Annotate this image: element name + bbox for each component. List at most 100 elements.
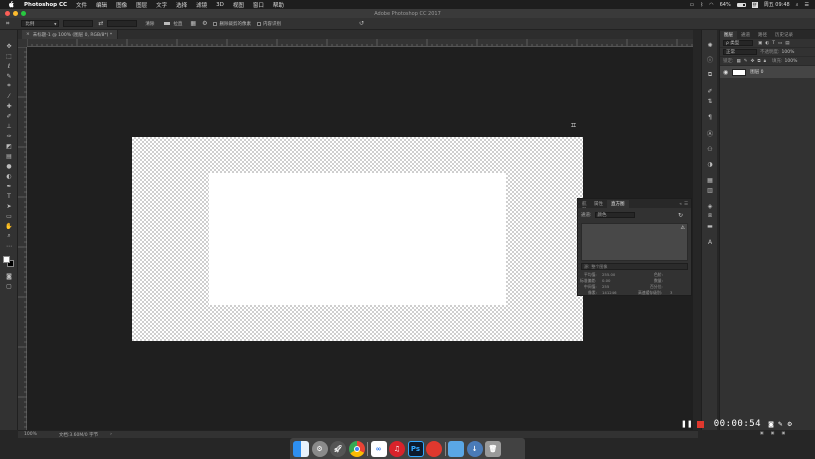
healing-brush-tool-icon[interactable]: ✚ <box>4 102 14 110</box>
launchpad-icon[interactable]: 🚀︎ <box>330 440 346 457</box>
trash-icon[interactable]: 🗑︎ <box>485 440 501 457</box>
menubar-clock[interactable]: 周五 09:48 <box>764 1 790 8</box>
download-icon[interactable]: ↓ <box>466 440 483 457</box>
cast-icon[interactable]: ▭ <box>689 2 694 8</box>
tab-paths[interactable]: 路径 <box>754 31 771 39</box>
fill-value[interactable]: 100% <box>785 59 798 64</box>
pen-tool-icon[interactable]: ✒ <box>4 182 14 190</box>
menu-view[interactable]: 视图 <box>233 1 244 9</box>
spotlight-icon[interactable]: ⌕ <box>796 2 799 8</box>
layer-thumbnail[interactable] <box>732 68 747 76</box>
eyedropper-tool-icon[interactable]: ⁄ <box>4 92 14 100</box>
channel-select[interactable]: 颜色 <box>594 212 635 218</box>
timeline-panel-icon[interactable]: ▬ <box>705 222 715 230</box>
lasso-tool-icon[interactable]: ℓ <box>4 62 14 70</box>
clone-source-panel-icon[interactable]: ⚇ <box>705 145 715 153</box>
tab-history[interactable]: 历史记录 <box>771 31 797 39</box>
notification-center-icon[interactable]: ☰ <box>805 2 809 8</box>
recorder-settings-icon[interactable]: ⚙ <box>787 421 792 428</box>
menu-select[interactable]: 选择 <box>176 1 187 9</box>
menu-image[interactable]: 图像 <box>116 1 127 9</box>
crop-tool-preset-icon[interactable]: ⌗ <box>6 20 9 28</box>
webcam-icon[interactable]: ▣ <box>760 430 764 435</box>
lock-pixels-icon[interactable]: ▦ <box>737 59 741 64</box>
lock-artboard-icon[interactable]: ⧉ <box>757 58 760 64</box>
content-aware-checkbox[interactable] <box>256 21 261 26</box>
visibility-eye-icon[interactable]: ◉ <box>723 69 728 76</box>
crop-width-field[interactable] <box>63 20 94 27</box>
netease-music-icon[interactable]: ♫ <box>389 440 405 457</box>
properties-panel-icon[interactable]: ⧉ <box>705 71 715 79</box>
zoom-tool-icon[interactable]: ⌕ <box>4 232 14 240</box>
info-panel-icon[interactable]: ⓘ <box>705 55 715 64</box>
swap-dimensions-icon[interactable]: ⇄ <box>98 20 103 27</box>
pause-icon[interactable]: ❚❚ <box>681 420 693 428</box>
menu-type[interactable]: 文字 <box>156 1 167 9</box>
menu-window[interactable]: 窗口 <box>253 1 264 9</box>
tab-histogram[interactable]: 直方图 <box>607 200 629 208</box>
cursor-icon[interactable]: ▣ <box>782 430 786 435</box>
brush-tool-icon[interactable]: ✐ <box>4 112 14 120</box>
battery-icon[interactable] <box>736 2 746 7</box>
opacity-value[interactable]: 100% <box>782 50 795 55</box>
overlay-grid-icon[interactable]: ▦ <box>190 20 196 27</box>
panel-menu-icon[interactable]: ☰ <box>684 202 688 207</box>
zoom-level[interactable]: 100% <box>24 432 37 437</box>
swatches-panel-icon[interactable]: ▦ <box>705 176 715 184</box>
filter-pixel-icon[interactable]: ▣ <box>758 41 762 46</box>
vertical-ruler[interactable] <box>18 47 27 430</box>
menu-filter[interactable]: 滤镜 <box>196 1 207 9</box>
lock-paint-icon[interactable]: ✎ <box>744 59 748 64</box>
source-select[interactable]: 源: 整个图像 <box>581 263 688 270</box>
bluetooth-icon[interactable]: ᛒ <box>700 2 703 8</box>
quick-select-tool-icon[interactable]: ✎ <box>4 72 14 80</box>
history-brush-tool-icon[interactable]: ✑ <box>4 132 14 140</box>
menu-app-name[interactable]: Photoshop CC <box>24 2 67 8</box>
crop-height-field[interactable] <box>107 20 138 27</box>
baidu-netdisk-icon[interactable]: ∞ <box>370 440 387 457</box>
close-tab-icon[interactable]: × <box>26 32 30 37</box>
tab-navigator[interactable]: 导航器 <box>578 200 590 208</box>
straighten-icon[interactable] <box>164 22 171 25</box>
paths-panel-icon[interactable]: ◈ <box>705 202 715 210</box>
system-preferences-icon[interactable]: ⚙ <box>311 440 328 457</box>
straighten-label[interactable]: 拉直 <box>173 21 182 27</box>
ruler-origin[interactable] <box>18 39 27 47</box>
apple-icon[interactable] <box>7 1 15 8</box>
recorder-icon[interactable] <box>426 440 442 457</box>
menu-help[interactable]: 帮助 <box>273 1 284 9</box>
finder-icon[interactable] <box>293 440 309 457</box>
rectangle-tool-icon[interactable]: ▭ <box>4 212 14 220</box>
camera-icon[interactable]: ◙ <box>768 421 774 428</box>
draw-pen-icon[interactable]: ✎ <box>778 421 783 428</box>
type-tool-icon[interactable]: T <box>4 192 14 200</box>
character-panel-icon[interactable]: ¶ <box>705 113 715 121</box>
clone-stamp-tool-icon[interactable]: ⊥ <box>4 122 14 130</box>
glyphs-panel-icon[interactable]: A <box>705 238 715 246</box>
marquee-tool-icon[interactable]: ⬚ <box>4 52 14 60</box>
quick-mask-icon[interactable]: ◙ <box>4 272 14 280</box>
gradient-tool-icon[interactable]: ▤ <box>4 152 14 160</box>
mic-icon[interactable]: ▣ <box>771 430 775 435</box>
filter-shape-icon[interactable]: ▭ <box>778 41 782 46</box>
input-source-icon[interactable]: 拼 <box>751 1 758 8</box>
crop-ratio-select[interactable]: 比例 ▼ <box>21 20 60 27</box>
collapse-panel-icon[interactable]: « <box>679 202 682 207</box>
layer-row[interactable]: ◉ 图层 0 <box>720 66 815 78</box>
menu-layer[interactable]: 图层 <box>136 1 147 9</box>
blur-tool-icon[interactable]: ● <box>4 162 14 170</box>
color-panel-icon[interactable]: ✺ <box>705 41 715 49</box>
dodge-tool-icon[interactable]: ◐ <box>4 172 14 180</box>
document-tab[interactable]: × 未标题-1 @ 100% (图层 0, RGB/8*) * <box>22 30 118 39</box>
channels-panel-icon[interactable]: ▥ <box>705 186 715 194</box>
menu-3d[interactable]: 3D <box>216 2 224 8</box>
paragraph-panel-icon[interactable]: Ⓐ <box>705 129 715 138</box>
brush-panel-icon[interactable]: ✐ <box>705 87 715 95</box>
lock-all-icon[interactable]: 🔒︎ <box>764 58 766 64</box>
settings-gear-icon[interactable]: ⚙ <box>202 20 207 27</box>
hand-tool-icon[interactable]: ✋ <box>4 222 14 230</box>
crop-tool-icon[interactable]: ⌗ <box>4 82 14 90</box>
move-tool-icon[interactable]: ✥ <box>4 42 14 50</box>
filter-smart-icon[interactable]: ▤ <box>785 41 789 46</box>
cache-warning-icon[interactable]: ⚠ <box>681 225 685 231</box>
